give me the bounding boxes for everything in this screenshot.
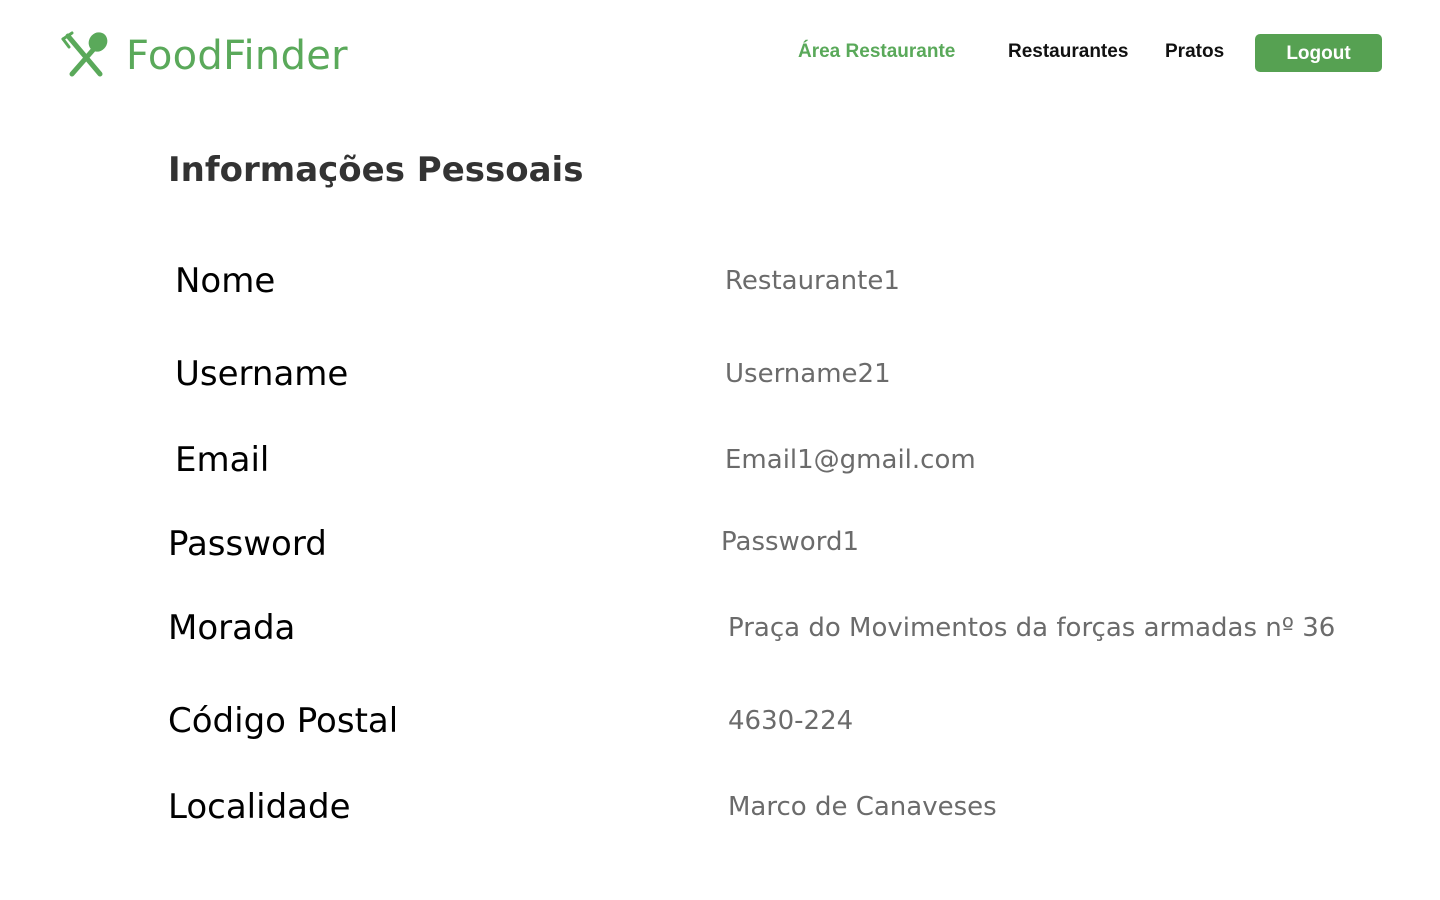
brand-name: FoodFinder (126, 33, 348, 79)
field-label-password: Password (168, 524, 327, 564)
nav-area-restaurante[interactable]: Área Restaurante (798, 40, 955, 64)
fork-and-spoon-icon (60, 30, 112, 82)
field-value-codigo-postal: 4630-224 (728, 706, 854, 736)
page: FoodFinder Área Restaurante Restaurantes… (0, 0, 1440, 900)
field-label-localidade: Localidade (168, 787, 351, 827)
field-value-localidade: Marco de Canaveses (728, 792, 997, 822)
field-label-morada: Morada (168, 608, 296, 648)
field-value-nome: Restaurante1 (725, 266, 900, 296)
logout-button[interactable]: Logout (1255, 34, 1382, 72)
field-value-email: Email1@gmail.com (725, 445, 976, 475)
page-title: Informações Pessoais (168, 150, 584, 190)
nav-restaurantes[interactable]: Restaurantes (1008, 40, 1128, 64)
field-label-email: Email (175, 440, 270, 480)
field-label-username: Username (175, 354, 349, 394)
field-value-password: Password1 (721, 527, 859, 557)
field-label-nome: Nome (175, 261, 276, 301)
field-label-codigo-postal: Código Postal (168, 701, 399, 741)
field-value-username: Username21 (725, 359, 891, 389)
field-value-morada: Praça do Movimentos da forças armadas nº… (728, 613, 1336, 643)
nav-pratos[interactable]: Pratos (1165, 40, 1224, 64)
logo[interactable]: FoodFinder (60, 30, 348, 82)
